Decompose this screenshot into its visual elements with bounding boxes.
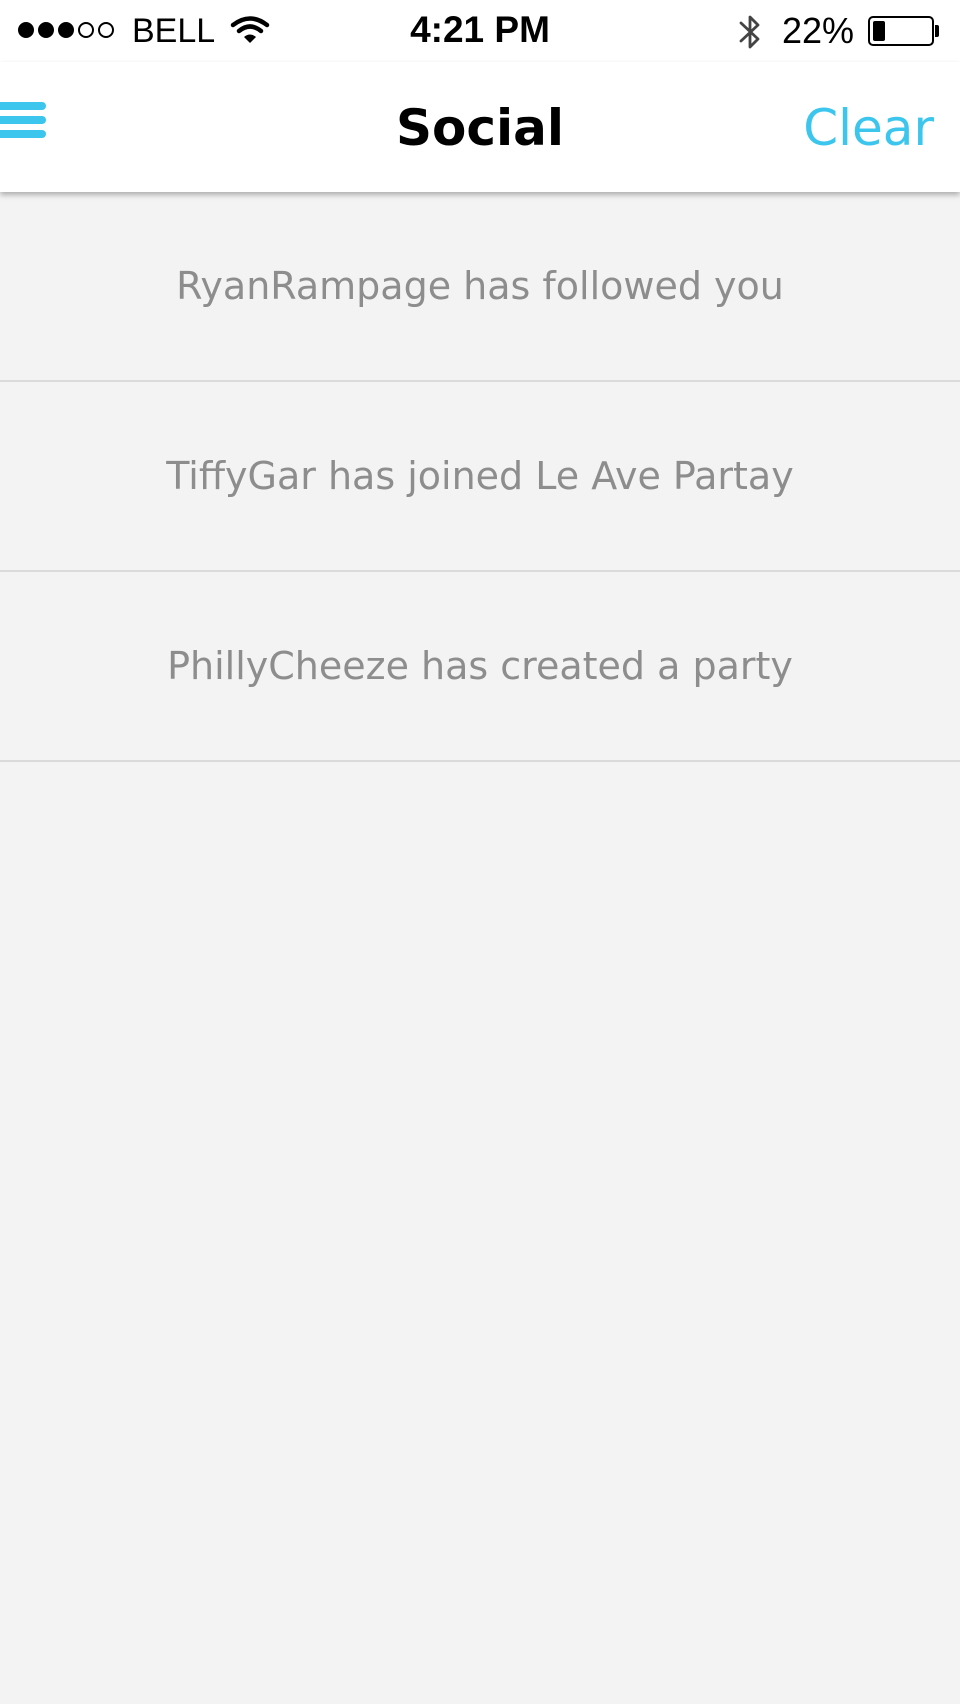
notification-item[interactable]: TiffyGar has joined Le Ave Partay bbox=[0, 382, 960, 572]
navigation-bar: Social Clear bbox=[0, 62, 960, 192]
bluetooth-icon bbox=[736, 12, 764, 56]
battery-level-fill bbox=[873, 21, 885, 41]
battery-percentage: 22% bbox=[782, 10, 855, 51]
notification-text: RyanRampage has followed you bbox=[176, 264, 784, 308]
battery-icon bbox=[868, 16, 934, 46]
notification-item[interactable]: RyanRampage has followed you bbox=[0, 192, 960, 382]
clear-button[interactable]: Clear bbox=[803, 98, 934, 158]
notification-text: TiffyGar has joined Le Ave Partay bbox=[166, 454, 794, 498]
battery-tip bbox=[935, 25, 939, 37]
notification-text: PhillyCheeze has created a party bbox=[167, 644, 793, 688]
notification-item[interactable]: PhillyCheeze has created a party bbox=[0, 572, 960, 762]
notification-list: RyanRampage has followed you TiffyGar ha… bbox=[0, 192, 960, 762]
status-bar: BELL 4:21 PM 22% bbox=[0, 0, 960, 62]
